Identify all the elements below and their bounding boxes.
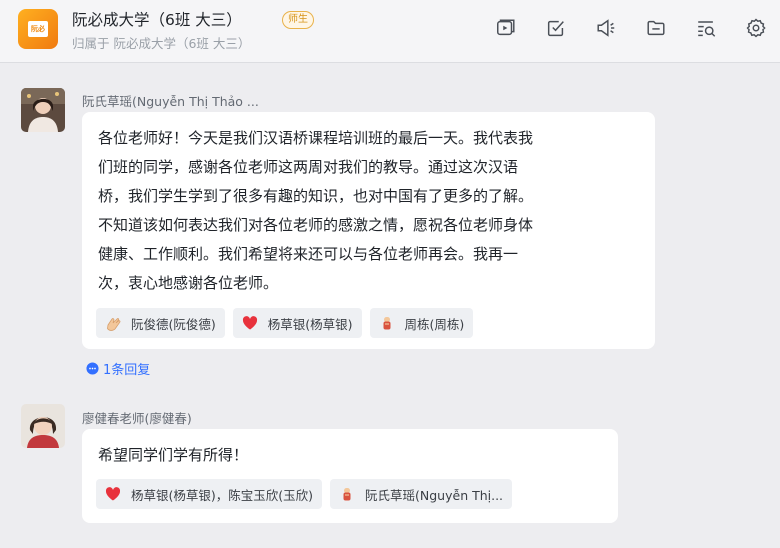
reaction-chip[interactable]: 杨草银(杨草银) <box>232 308 362 338</box>
avatar[interactable] <box>21 404 65 448</box>
avatar[interactable] <box>21 88 65 132</box>
reaction-bar: 杨草银(杨草银)，陈宝玉欣(玉欣) 阮氏草瑶(Nguyễn Thị... <box>96 479 520 509</box>
message-line: 健康、工作顺利。我们希望将来还可以与各位老师再会。我再一 <box>98 245 519 263</box>
clapping-hands-icon <box>104 314 122 332</box>
reaction-names: 阮氏草瑶(Nguyễn Thị... <box>365 487 504 503</box>
folder-icon[interactable] <box>644 16 668 40</box>
group-type-badge: 师生 <box>282 11 314 29</box>
reaction-names: 杨草银(杨草银)，陈宝玉欣(玉欣) <box>131 487 314 503</box>
thumbs-up-icon <box>338 485 356 503</box>
reaction-names: 杨草银(杨草银) <box>267 316 353 332</box>
reaction-chip[interactable]: 杨草银(杨草银)，陈宝玉欣(玉欣) <box>96 479 323 509</box>
reaction-bar: 阮俊德(阮俊德) 杨草银(杨草银) 周栋(周栋) <box>96 308 481 338</box>
header-toolbar <box>468 16 768 40</box>
group-title[interactable]: 阮必成大学（6班 大三） <box>72 8 242 30</box>
red-heart-icon <box>104 485 122 503</box>
message-line: 次，衷心地感谢各位老师。 <box>98 274 279 292</box>
group-logo[interactable]: 阮必 <box>18 9 58 49</box>
reaction-names: 周栋(周栋) <box>404 316 465 332</box>
thumbs-up-icon <box>378 314 396 332</box>
chat-header: 阮必 阮必成大学（6班 大三） 师生 归属于 阮必成大学（6班 大三） <box>0 0 780 63</box>
announcement-icon[interactable] <box>594 16 618 40</box>
message-text: 希望同学们学有所得！ <box>98 441 248 470</box>
sender-name[interactable]: 廖健春老师(廖健春) <box>82 408 192 427</box>
group-logo-text: 阮必 <box>28 21 48 37</box>
reaction-chip[interactable]: 阮氏草瑶(Nguyễn Thị... <box>330 479 513 509</box>
reply-bubble-icon <box>86 361 99 375</box>
video-icon[interactable] <box>494 16 518 40</box>
reaction-names: 阮俊德(阮俊德) <box>131 316 216 332</box>
message-line: 各位老师好！今天是我们汉语桥课程培训班的最后一天。我代表我 <box>98 129 534 147</box>
message-line: 希望同学们学有所得！ <box>98 446 249 464</box>
message-bubble[interactable]: 各位老师好！今天是我们汉语桥课程培训班的最后一天。我代表我 们班的同学，感谢各位… <box>82 112 655 349</box>
reaction-chip[interactable]: 周栋(周栋) <box>369 308 474 338</box>
sender-name[interactable]: 阮氏草瑶(Nguyễn Thị Thảo ... <box>82 91 259 110</box>
search-list-icon[interactable] <box>694 16 718 40</box>
message-line: 桥，我们学生学到了很多有趣的知识，也对中国有了更多的了解。 <box>98 187 534 205</box>
task-check-icon[interactable] <box>544 16 568 40</box>
settings-gear-icon[interactable] <box>744 16 768 40</box>
message-text: 各位老师好！今天是我们汉语桥课程培训班的最后一天。我代表我 们班的同学，感谢各位… <box>98 124 533 298</box>
group-affiliation[interactable]: 归属于 阮必成大学（6班 大三） <box>72 33 250 52</box>
red-heart-icon <box>241 314 259 332</box>
reaction-chip[interactable]: 阮俊德(阮俊德) <box>96 308 225 338</box>
reply-count-link[interactable]: 1条回复 <box>86 359 151 378</box>
reply-count-label: 1条回复 <box>103 362 151 378</box>
message-line: 们班的同学，感谢各位老师这两周对我们的教导。通过这次汉语 <box>98 158 519 176</box>
message-line: 不知道该如何表达我们对各位老师的感激之情，愿祝各位老师身体 <box>98 216 534 234</box>
message-bubble[interactable]: 希望同学们学有所得！ 杨草银(杨草银)，陈宝玉欣(玉欣) 阮氏草瑶(Nguyễn… <box>82 429 618 523</box>
